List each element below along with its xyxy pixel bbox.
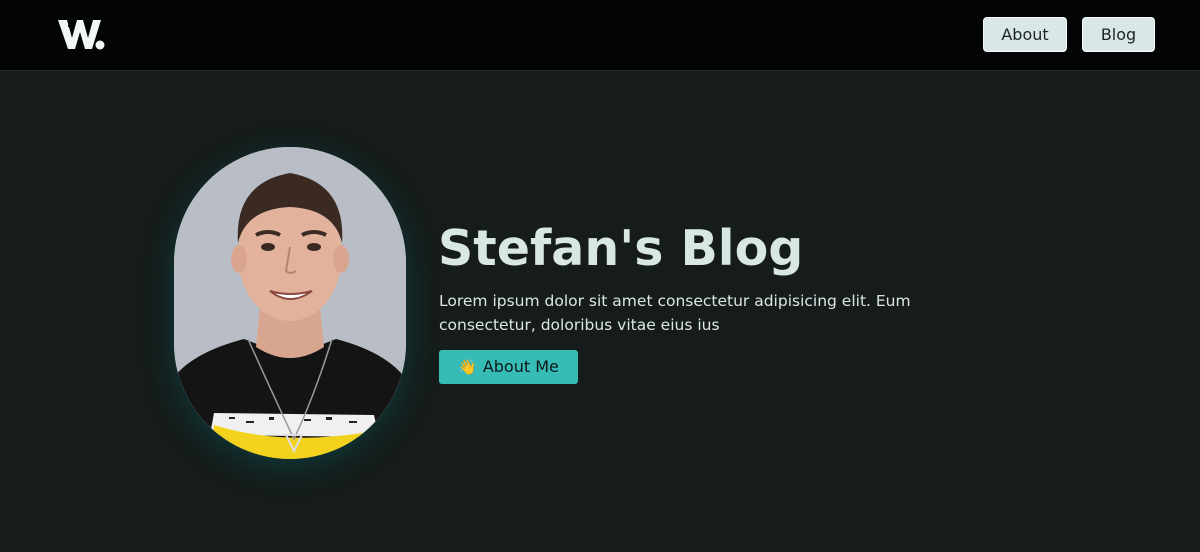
page-title: Stefan's Blog (438, 220, 804, 277)
about-me-button-label: About Me (482, 357, 559, 376)
nav-about-button[interactable]: About (983, 17, 1067, 52)
waving-hand-icon: 👋 (458, 358, 477, 376)
hero-subtitle: Lorem ipsum dolor sit amet consectetur a… (439, 292, 911, 334)
top-nav-bar: About Blog (0, 0, 1200, 71)
about-me-button[interactable]: 👋 About Me (439, 350, 578, 384)
profile-photo-icon (174, 147, 406, 459)
nav-blog-button[interactable]: Blog (1082, 17, 1155, 52)
avatar (174, 147, 406, 459)
w-logo-icon[interactable] (56, 16, 106, 52)
